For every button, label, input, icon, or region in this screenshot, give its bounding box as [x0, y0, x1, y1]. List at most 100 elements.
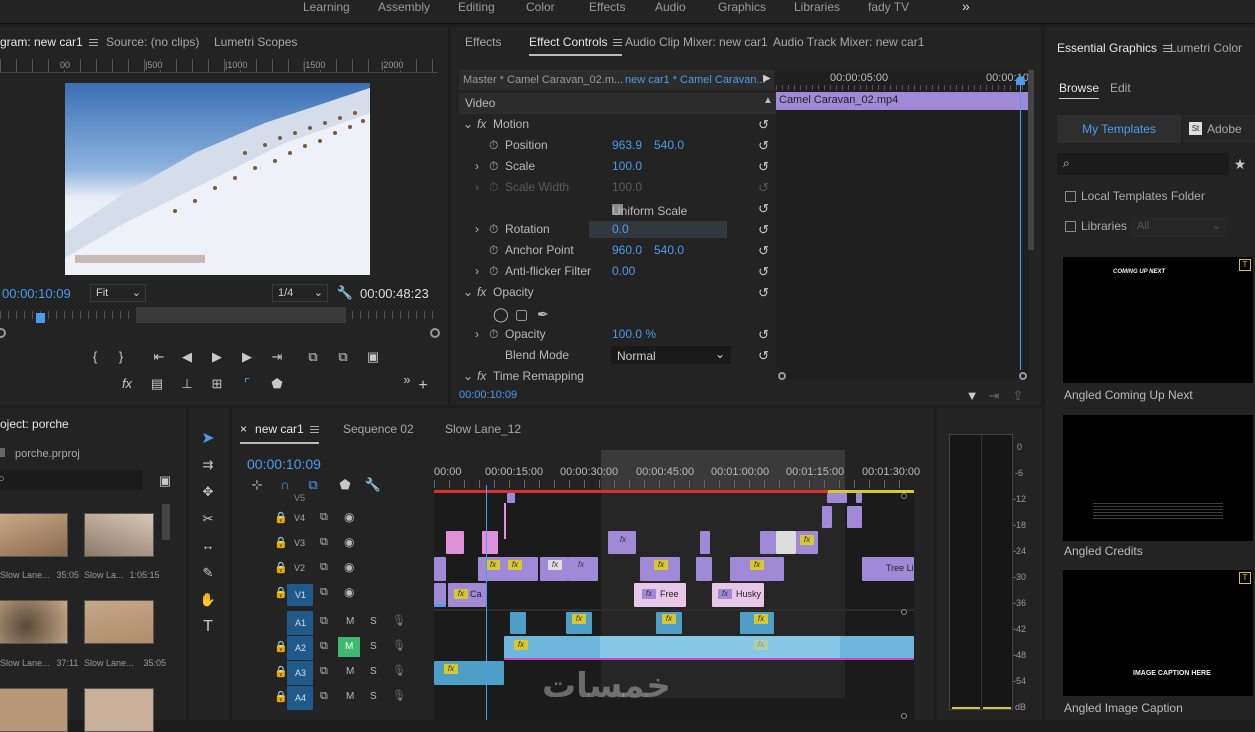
tab-source[interactable]: Source: (no clips): [106, 35, 199, 49]
marker-icon[interactable]: ⬟: [268, 375, 286, 393]
clip[interactable]: fx: [796, 531, 818, 554]
reset-icon[interactable]: ↺: [758, 117, 769, 133]
export-icon[interactable]: ⇪: [1009, 387, 1027, 405]
master-clip-label[interactable]: Master * Camel Caravan_02.m...: [463, 74, 623, 86]
timeline-ruler[interactable]: 00:00 00:00:15:00 00:00:30:00 00:00:45:0…: [434, 450, 920, 493]
clip-tree-li[interactable]: Tree Li: [862, 557, 914, 581]
audio-clip[interactable]: fx: [566, 612, 592, 634]
scroll-handle[interactable]: [901, 609, 907, 615]
fx-icon[interactable]: fx: [118, 375, 136, 393]
go-to-out-icon[interactable]: ⇥: [268, 348, 286, 366]
clip[interactable]: [760, 531, 776, 554]
clip[interactable]: [434, 557, 446, 581]
mark-out-icon[interactable]: }: [112, 348, 130, 366]
overwrite-icon[interactable]: ⊞: [208, 375, 226, 393]
ec-scrollbar[interactable]: [1028, 70, 1034, 250]
mute-button-active[interactable]: M: [338, 637, 360, 657]
clip[interactable]: [507, 493, 515, 503]
lock-icon[interactable]: 🔒: [274, 690, 288, 703]
clip[interactable]: [446, 531, 464, 554]
uniform-scale-checkbox[interactable]: Uniform Scale ↺: [459, 198, 777, 219]
play-icon[interactable]: ▶: [208, 348, 226, 366]
clip[interactable]: [700, 531, 710, 554]
reset-icon[interactable]: ↺: [758, 222, 769, 238]
scroll-handle[interactable]: [901, 713, 907, 719]
sync-lock-icon[interactable]: ⧉: [320, 511, 328, 524]
template-search-input[interactable]: ⌕: [1057, 153, 1229, 175]
sync-lock-icon[interactable]: ⧉: [320, 615, 328, 628]
star-icon[interactable]: ★: [1231, 155, 1249, 173]
project-item-thumb[interactable]: [0, 600, 68, 644]
timeline-timecode[interactable]: 00:00:10:09: [247, 456, 321, 472]
sync-lock-icon[interactable]: ⧉: [320, 561, 328, 574]
sync-lock-icon[interactable]: ⧉: [320, 640, 328, 653]
resolution-select[interactable]: 1/4 ⌄: [272, 284, 328, 302]
eye-icon[interactable]: ◉: [344, 510, 354, 524]
opacity-property[interactable]: › ⏱ Opacity 100.0 % ↺: [459, 324, 777, 345]
clip[interactable]: [827, 493, 847, 503]
reset-icon[interactable]: ↺: [758, 138, 769, 154]
blend-mode-select[interactable]: Normal ⌄: [611, 346, 731, 364]
local-templates-checkbox[interactable]: Local Templates Folder: [1065, 189, 1205, 203]
tab-sequence-new-car1[interactable]: × new car1: [240, 422, 319, 444]
linked-selection-icon[interactable]: ⧉: [304, 476, 322, 494]
solo-button[interactable]: S: [370, 691, 377, 702]
workspace-color[interactable]: Color: [526, 0, 555, 18]
clip[interactable]: fx: [540, 557, 568, 581]
mute-button[interactable]: M: [346, 691, 354, 702]
workspace-effects[interactable]: Effects: [589, 0, 625, 18]
slip-tool-icon[interactable]: ↔: [199, 537, 217, 555]
clip[interactable]: fx: [640, 557, 680, 581]
template-thumb-credits[interactable]: [1063, 415, 1253, 541]
audio-clip[interactable]: [510, 612, 526, 634]
sequence-clip-label[interactable]: new car1 * Camel Caravan...: [625, 74, 766, 86]
sync-lock-icon[interactable]: ⧉: [320, 665, 328, 678]
solo-button[interactable]: S: [370, 616, 377, 627]
tab-sequence-02[interactable]: Sequence 02: [343, 422, 414, 436]
workspace-editing[interactable]: Editing: [458, 0, 495, 18]
clip[interactable]: fx: [568, 557, 598, 581]
lock-icon[interactable]: 🔒: [274, 586, 288, 599]
opacity-effect[interactable]: ⌄ fx Opacity ↺: [459, 282, 777, 303]
rotation-property[interactable]: › ⏱ Rotation 0.0 ↺: [459, 219, 777, 240]
time-remapping-effect[interactable]: ⌄ fx Time Remapping: [459, 366, 777, 387]
program-timecode[interactable]: 00:00:10:09: [2, 286, 71, 301]
safe-margins-icon[interactable]: ⌜: [238, 375, 256, 393]
scroll-handle-left[interactable]: [0, 328, 6, 338]
antiflicker-property[interactable]: › ⏱ Anti-flicker Filter 0.00 ↺: [459, 261, 777, 282]
mini-clip[interactable]: Camel Caravan_02.mp4: [776, 92, 1028, 110]
solo-button[interactable]: S: [370, 666, 377, 677]
template-thumb-coming-up-next[interactable]: COMING UP NEXT T: [1063, 257, 1253, 383]
tab-slow-lane-12[interactable]: Slow Lane_12: [445, 422, 521, 436]
motion-effect[interactable]: ⌄ fx Motion ↺: [459, 114, 777, 135]
effect-mini-timeline[interactable]: 00:00:05:00 00:00:10 Camel Caravan_02.mp…: [776, 70, 1034, 380]
clip[interactable]: [434, 583, 446, 607]
new-bin-icon[interactable]: ▣: [156, 472, 174, 490]
add-marker-icon[interactable]: ⬟: [336, 476, 354, 494]
mute-button[interactable]: M: [346, 666, 354, 677]
ellipse-mask-icon[interactable]: ◯: [493, 306, 509, 323]
project-title[interactable]: oject: porche: [0, 417, 69, 431]
audio-clip[interactable]: fx: [656, 612, 682, 634]
wrench-icon[interactable]: 🔧: [336, 284, 354, 302]
tab-lumetri-scopes[interactable]: Lumetri Scopes: [214, 35, 297, 49]
tab-edit[interactable]: Edit: [1110, 81, 1131, 95]
snap-icon[interactable]: ∩: [276, 476, 294, 494]
libraries-select[interactable]: All ⌄: [1131, 217, 1227, 237]
audio-clip-long[interactable]: fxfx: [504, 636, 914, 660]
go-to-in-icon[interactable]: ⇤: [150, 348, 168, 366]
play-audio-icon[interactable]: ⇥: [985, 387, 1003, 405]
adobe-stock-tab[interactable]: St Adobe: [1183, 115, 1255, 143]
filter-icon[interactable]: ▼: [963, 387, 981, 405]
mic-icon[interactable]: 🎙: [392, 664, 406, 677]
clip[interactable]: fx: [730, 557, 784, 581]
reset-icon[interactable]: ↺: [758, 327, 769, 343]
mute-button[interactable]: M: [346, 616, 354, 627]
clip[interactable]: fx: [608, 531, 636, 554]
more-workspaces-icon[interactable]: »: [962, 0, 970, 16]
pen-tool-icon[interactable]: ✎: [199, 564, 217, 582]
tab-browse[interactable]: Browse: [1059, 81, 1100, 99]
mic-icon[interactable]: 🎙: [392, 614, 406, 627]
scale-property[interactable]: › ⏱ Scale 100.0 ↺: [459, 156, 777, 177]
tab-lumetri-color[interactable]: Lumetri Color: [1170, 41, 1242, 55]
